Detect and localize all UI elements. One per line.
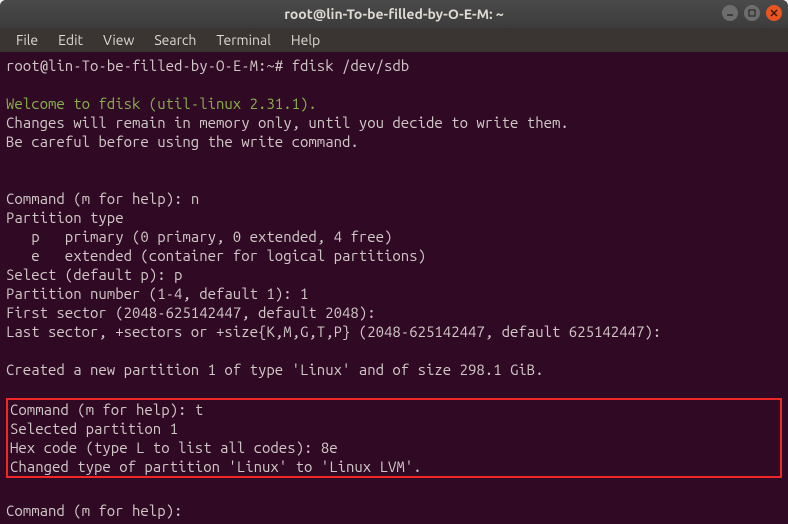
titlebar: root@lin-To-be-filled-by-O-E-M: ~	[0, 0, 788, 28]
command-input: fdisk /dev/sdb	[292, 57, 410, 74]
firstsec-line: First sector (2048-625142447, default 20…	[6, 304, 376, 321]
menu-view[interactable]: View	[95, 30, 142, 50]
partnum-prompt: Partition number (1-4, default 1):	[6, 285, 300, 302]
cmd-help-line: Command (m for help): n	[6, 190, 199, 207]
minimize-button[interactable]	[722, 5, 738, 21]
input-n: n	[191, 190, 199, 207]
maximize-button[interactable]	[744, 5, 760, 21]
partnum-line: Partition number (1-4, default 1): 1	[6, 285, 308, 302]
welcome-line: Welcome to fdisk (util-linux 2.31.1).	[6, 95, 317, 112]
menu-terminal[interactable]: Terminal	[208, 30, 279, 50]
hexcode-prompt: Hex code (type L to list all codes):	[10, 439, 321, 456]
changes-line-1: Changes will remain in memory only, unti…	[6, 114, 569, 131]
terminal-output[interactable]: root@lin-To-be-filled-by-O-E-M:~# fdisk …	[0, 52, 788, 524]
changed-line: Changed type of partition 'Linux' to 'Li…	[10, 458, 422, 475]
selected-line: Selected partition 1	[10, 420, 178, 437]
cmd-help-line-2: Command (m for help): t	[10, 401, 203, 418]
prompt-text: root@lin-To-be-filled-by-O-E-M:~#	[6, 57, 292, 74]
cmd-help-prompt: Command (m for help):	[6, 190, 191, 207]
input-8e: 8e	[321, 439, 338, 456]
hexcode-line: Hex code (type L to list all codes): 8e	[10, 439, 338, 456]
cmd-help-prompt-2: Command (m for help):	[10, 401, 195, 418]
menubar: File Edit View Search Terminal Help	[0, 28, 788, 52]
highlight-box: Command (m for help): t Selected partiti…	[6, 398, 782, 478]
menu-edit[interactable]: Edit	[50, 30, 91, 50]
select-line: Select (default p): p	[6, 266, 182, 283]
terminal-window: root@lin-To-be-filled-by-O-E-M: ~ File E…	[0, 0, 788, 524]
close-button[interactable]	[766, 5, 782, 21]
input-1: 1	[300, 285, 308, 302]
partition-type-line: Partition type	[6, 209, 124, 226]
input-t: t	[195, 401, 203, 418]
menu-search[interactable]: Search	[146, 30, 204, 50]
select-prompt: Select (default p):	[6, 266, 174, 283]
menu-file[interactable]: File	[8, 30, 46, 50]
window-controls	[722, 5, 782, 21]
prompt-line: root@lin-To-be-filled-by-O-E-M:~# fdisk …	[6, 57, 409, 74]
cmd-help-line-3: Command (m for help):	[6, 502, 182, 519]
created-line: Created a new partition 1 of type 'Linux…	[6, 361, 544, 378]
extended-line: e extended (container for logical partit…	[6, 247, 426, 264]
lastsec-line: Last sector, +sectors or +size{K,M,G,T,P…	[6, 323, 661, 340]
primary-line: p primary (0 primary, 0 extended, 4 free…	[6, 228, 392, 245]
input-p: p	[174, 266, 182, 283]
window-title: root@lin-To-be-filled-by-O-E-M: ~	[284, 6, 504, 22]
changes-line-2: Be careful before using the write comman…	[6, 133, 359, 150]
menu-help[interactable]: Help	[283, 30, 328, 50]
